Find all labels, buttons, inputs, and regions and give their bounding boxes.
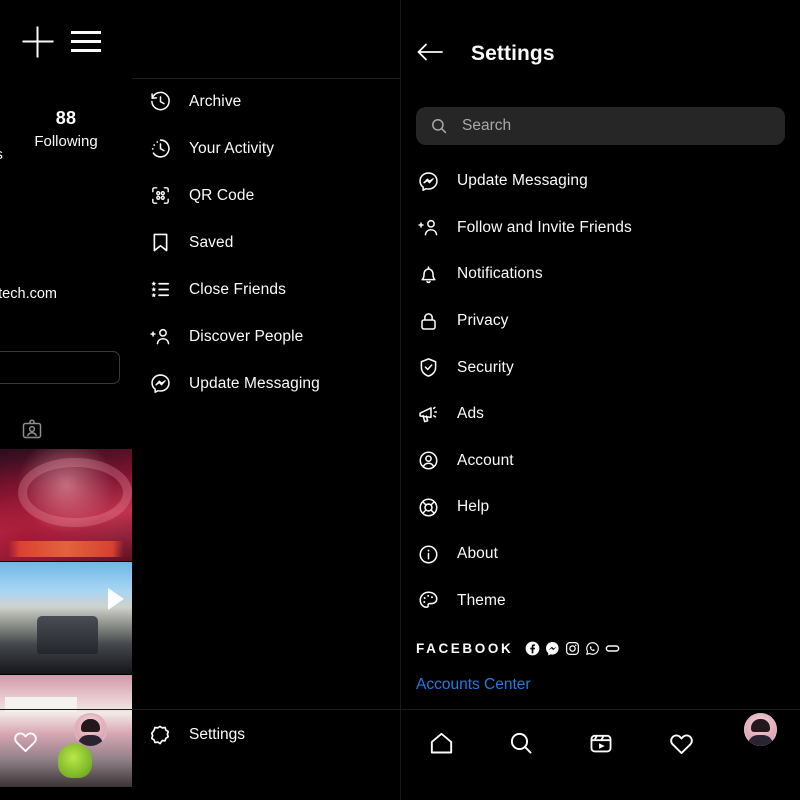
search-icon — [430, 117, 448, 135]
settings-item-label: About — [457, 545, 499, 563]
profile-column: 88 Following ers nfotech.com — [0, 78, 132, 800]
settings-item-label: Help — [457, 498, 490, 516]
facebook-label: FACEBOOK — [416, 641, 514, 656]
gear-icon — [148, 723, 172, 747]
page-title: Settings — [471, 42, 555, 65]
settings-item-theme[interactable]: Theme — [401, 577, 800, 624]
profile-topbar — [0, 0, 132, 78]
nav-activity-heart-icon[interactable] — [663, 725, 699, 761]
menu-item-qr-code[interactable]: QR Code — [132, 172, 400, 219]
settings-item-label: Notifications — [457, 265, 543, 283]
messenger-icon — [545, 641, 560, 656]
menu-item-update-messaging[interactable]: Update Messaging — [132, 360, 400, 407]
menu-footer-settings-label: Settings — [189, 726, 246, 743]
nav-profile-avatar[interactable] — [744, 713, 777, 746]
settings-item-label: Theme — [457, 591, 506, 609]
shield-check-icon — [416, 356, 440, 380]
info-circle-icon — [416, 542, 440, 566]
left-bottom-nav — [0, 709, 132, 800]
list-item[interactable] — [0, 449, 132, 561]
following-label: Following — [34, 133, 98, 150]
menu-item-saved[interactable]: Saved — [132, 219, 400, 266]
bottom-nav-bar — [401, 709, 800, 800]
menu-item-archive[interactable]: Archive — [132, 78, 400, 125]
menu-item-your-activity[interactable]: Your Activity — [132, 125, 400, 172]
settings-item-label: Follow and Invite Friends — [457, 218, 632, 236]
settings-item-ads[interactable]: Ads — [401, 391, 800, 438]
search-placeholder: Search — [462, 117, 512, 134]
search-input[interactable]: Search — [416, 107, 785, 145]
menu-item-label: Archive — [189, 92, 242, 110]
menu-item-label: Close Friends — [189, 280, 286, 298]
messenger-icon — [148, 372, 172, 396]
settings-item-notifications[interactable]: Notifications — [401, 251, 800, 298]
whatsapp-icon — [585, 641, 600, 656]
following-count: 88 — [55, 108, 77, 128]
menu-item-label: Your Activity — [189, 139, 275, 157]
add-person-icon — [416, 216, 440, 240]
bookmark-icon — [148, 231, 172, 255]
settings-screen: Settings Search Update Messaging Follow … — [400, 0, 800, 800]
menu-item-label: Saved — [189, 233, 234, 251]
facebook-icon — [525, 641, 540, 656]
menu-item-discover-people[interactable]: Discover People — [132, 313, 400, 360]
menu-footer-settings[interactable]: Settings — [132, 709, 400, 800]
nav-search-icon[interactable] — [503, 725, 539, 761]
settings-item-account[interactable]: Account — [401, 438, 800, 485]
list-item[interactable] — [0, 562, 132, 674]
menu-item-close-friends[interactable]: Close Friends — [132, 266, 400, 313]
account-person-icon — [416, 449, 440, 473]
heart-icon[interactable] — [12, 728, 39, 755]
star-list-icon — [148, 278, 172, 302]
facebook-brand-row: FACEBOOK — [416, 641, 620, 656]
plus-icon[interactable] — [22, 26, 54, 58]
accounts-center-link[interactable]: Accounts Center — [416, 676, 531, 694]
back-arrow-icon[interactable] — [416, 42, 444, 62]
settings-item-help[interactable]: Help — [401, 484, 800, 531]
menu-item-label: Discover People — [189, 327, 304, 345]
id-card-icon[interactable] — [20, 418, 44, 442]
settings-item-label: Security — [457, 358, 514, 376]
settings-item-follow-and-invite-friends[interactable]: Follow and Invite Friends — [401, 205, 800, 252]
profile-website[interactable]: nfotech.com — [0, 286, 57, 302]
edit-profile-button[interactable] — [0, 351, 120, 384]
slide-out-menu-panel: Archive Your Activity QR Code Saved Clos… — [132, 0, 400, 800]
following-stat[interactable]: 88 Following — [0, 108, 132, 150]
settings-item-about[interactable]: About — [401, 531, 800, 578]
settings-item-label: Account — [457, 451, 514, 469]
settings-list: Update Messaging Follow and Invite Frien… — [401, 158, 800, 624]
menu-item-label: QR Code — [189, 186, 255, 204]
settings-item-update-messaging[interactable]: Update Messaging — [401, 158, 800, 205]
facebook-brand-icons — [525, 641, 620, 656]
megaphone-icon — [416, 402, 440, 426]
nav-home-icon[interactable] — [423, 725, 459, 761]
followers-label-partial: ers — [0, 146, 3, 163]
palette-icon — [416, 589, 440, 613]
nav-reels-icon[interactable] — [583, 725, 619, 761]
hamburger-icon[interactable] — [71, 31, 101, 53]
bell-icon — [416, 262, 440, 286]
screenshot-root: 88 Following ers nfotech.com — [0, 0, 800, 800]
menu-list: Archive Your Activity QR Code Saved Clos… — [132, 78, 400, 407]
archive-clock-icon — [148, 90, 172, 114]
activity-clock-icon — [148, 137, 172, 161]
lock-icon — [416, 309, 440, 333]
avatar[interactable] — [74, 713, 107, 746]
settings-item-label: Privacy — [457, 312, 509, 330]
life-preserver-icon — [416, 495, 440, 519]
qr-code-icon — [148, 184, 172, 208]
instagram-icon — [565, 641, 580, 656]
settings-header: Settings — [401, 0, 800, 90]
settings-item-security[interactable]: Security — [401, 344, 800, 391]
settings-item-privacy[interactable]: Privacy — [401, 298, 800, 345]
portal-icon — [605, 641, 620, 656]
settings-item-label: Ads — [457, 405, 485, 423]
menu-item-label: Update Messaging — [189, 374, 320, 392]
settings-item-label: Update Messaging — [457, 172, 588, 190]
messenger-icon — [416, 169, 440, 193]
add-person-icon — [148, 325, 172, 349]
